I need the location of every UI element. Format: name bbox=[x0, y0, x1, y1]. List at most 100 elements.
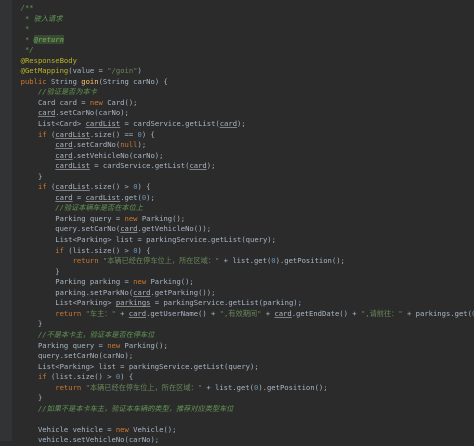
code-token-plain: Vehicle vehicle = bbox=[12, 424, 116, 434]
code-token-plain: ); bbox=[146, 192, 155, 202]
code-line[interactable]: //不是本卡主，验证本是否在停车位 bbox=[12, 330, 474, 341]
code-line[interactable]: card.setVehicleNo(carNo); bbox=[12, 151, 474, 162]
code-token-comment: * 驶入请求 bbox=[12, 13, 63, 23]
code-line[interactable]: List<Card> cardList = cardService.getLis… bbox=[12, 119, 474, 130]
code-line[interactable]: * 驶入请求 bbox=[12, 14, 474, 25]
code-token-plain: .setCardNo( bbox=[72, 140, 121, 150]
code-token-plain: .getUserName() + bbox=[146, 308, 220, 318]
code-line[interactable]: parking.setParkNo(card.getParking()); bbox=[12, 288, 474, 299]
code-line[interactable]: card.setCardNo(null); bbox=[12, 140, 474, 151]
code-editor[interactable]: /** * 驶入请求 * * @return */ @ResponseBody … bbox=[0, 0, 474, 444]
code-token-keyword: new bbox=[115, 424, 134, 434]
code-line[interactable]: //验证是否为本卡 bbox=[12, 87, 474, 98]
code-line[interactable]: List<Parking> list = parkingService.getL… bbox=[12, 362, 474, 373]
code-token-comment: //如果不是本卡车主，验证本车辆的类型，推荐对应类型车位 bbox=[12, 403, 234, 413]
code-token-plain: (list.size() > bbox=[68, 245, 134, 255]
code-line[interactable]: //如果不是本卡车主，验证本车辆的类型，推荐对应类型车位 bbox=[12, 404, 474, 415]
code-token-comment: /** bbox=[12, 3, 34, 12]
code-line[interactable]: return "车主：" + card.getUserName() + ",有效… bbox=[12, 309, 474, 320]
code-line[interactable]: Vehicle vehicle = new Vehicle(); bbox=[12, 425, 474, 436]
code-line[interactable]: if (list.size() > 0) { bbox=[12, 246, 474, 257]
code-line[interactable]: @ResponseBody bbox=[12, 56, 474, 67]
code-token-plain: (value = bbox=[68, 66, 108, 76]
code-token-plain: ) { bbox=[137, 182, 151, 192]
code-line[interactable]: Parking parking = new Parking(); bbox=[12, 277, 474, 288]
code-token-plain: Card(); bbox=[107, 97, 138, 107]
code-line[interactable]: Card card = new Card(); bbox=[12, 98, 474, 109]
code-token-plain: } bbox=[12, 393, 43, 403]
code-line[interactable]: card.setCarNo(carNo); bbox=[12, 108, 474, 119]
code-line[interactable]: Parking query = new Parking(); bbox=[12, 214, 474, 225]
code-line[interactable]: card = cardList.get(0); bbox=[12, 193, 474, 204]
code-token-underline: parkings bbox=[115, 298, 151, 308]
code-token-plain: .get( bbox=[120, 192, 142, 202]
code-line[interactable]: @GetMapping(value = "/goin") bbox=[12, 66, 474, 77]
code-line[interactable]: } bbox=[12, 172, 474, 183]
code-token-plain: vehicle.setVehicleNo(carNo); bbox=[12, 435, 160, 445]
code-token-keyword: return bbox=[72, 256, 103, 266]
code-token-keyword: new bbox=[89, 97, 108, 107]
code-token-plain: List<Card> bbox=[12, 119, 86, 129]
code-line[interactable]: cardList = cardService.getList(card); bbox=[12, 161, 474, 172]
code-token-plain: } bbox=[12, 319, 43, 329]
code-line[interactable]: //验证本辆车是否在本位上 bbox=[12, 203, 474, 214]
code-token-underline: card bbox=[128, 308, 147, 318]
code-token-plain: Parking(); bbox=[150, 277, 194, 287]
code-token-plain: Parking parking = bbox=[12, 277, 134, 287]
code-token-plain: ).getPosition(); bbox=[258, 382, 328, 392]
code-token-plain: (list.size() > bbox=[50, 372, 116, 382]
code-token-plain: } bbox=[12, 266, 60, 276]
code-token-keyword: if bbox=[37, 129, 51, 139]
code-line[interactable]: query.setCarNo(carNo); bbox=[12, 351, 474, 362]
code-line[interactable]: * bbox=[12, 24, 474, 35]
code-line[interactable]: if (cardList.size() > 0) { bbox=[12, 182, 474, 193]
code-token-plain: = cardService.getList( bbox=[120, 119, 220, 129]
code-line[interactable]: Parking query = new Parking(); bbox=[12, 341, 474, 352]
code-token-underline: card bbox=[120, 224, 138, 234]
code-token-string: ",有效期间" bbox=[219, 308, 262, 318]
code-token-string: ",请前往：" bbox=[360, 308, 403, 318]
code-line[interactable]: List<Parking> list = parkingService.getL… bbox=[12, 235, 474, 246]
code-token-method: goin bbox=[81, 76, 99, 86]
code-line[interactable]: return "本辆已经在停车位上，所在区域：" + list.get(0).g… bbox=[12, 383, 474, 394]
code-token-plain: + bbox=[261, 308, 275, 318]
code-token-keyword: new bbox=[124, 213, 142, 223]
code-token-plain: (String carNo) { bbox=[98, 76, 168, 86]
code-line[interactable]: public String goin(String carNo) { bbox=[12, 77, 474, 88]
code-line[interactable]: if (cardList.size() == 0) { bbox=[12, 130, 474, 141]
code-token-underline: card bbox=[189, 161, 207, 171]
code-token-underline: card bbox=[219, 119, 238, 129]
code-token-comment: //不是本卡主，验证本是否在停车位 bbox=[12, 329, 155, 339]
code-token-plain: Parking query = bbox=[12, 340, 108, 350]
code-token-plain: query.setCarNo(carNo); bbox=[12, 351, 134, 361]
code-line[interactable]: /** bbox=[12, 3, 474, 14]
code-token-plain: .size() > bbox=[89, 182, 134, 192]
code-token-underline: card bbox=[274, 308, 292, 318]
code-token-comment: */ bbox=[12, 45, 34, 55]
editor-gutter[interactable] bbox=[0, 0, 12, 441]
code-token-plain: + parkings.get( bbox=[402, 308, 472, 318]
code-token-plain: Parking(); bbox=[141, 213, 186, 223]
code-token-plain: = bbox=[72, 192, 86, 202]
code-token-plain: + list.get( bbox=[219, 256, 272, 266]
code-line[interactable]: * @return bbox=[12, 34, 474, 46]
code-token-plain: Parking query = bbox=[12, 213, 125, 223]
code-line[interactable]: } bbox=[12, 267, 474, 278]
code-line[interactable]: if (list.size() > 0) { bbox=[12, 372, 474, 383]
code-line[interactable]: return "本辆已经在停车位上，所在区域：" + list.get(0).g… bbox=[12, 256, 474, 267]
code-line[interactable]: */ bbox=[12, 45, 474, 56]
code-line[interactable] bbox=[12, 414, 474, 425]
code-token-plain: .setCarNo(carNo); bbox=[55, 108, 129, 118]
code-token-string: "/goin" bbox=[107, 66, 138, 76]
code-line[interactable]: } bbox=[12, 319, 474, 330]
code-token-keyword: new bbox=[107, 340, 125, 350]
code-line[interactable]: List<Parking> parkings = parkingService.… bbox=[12, 298, 474, 309]
code-area[interactable]: /** * 驶入请求 * * @return */ @ResponseBody … bbox=[12, 3, 474, 446]
code-token-underline: card bbox=[37, 108, 56, 118]
code-line[interactable]: query.setCarNo(card.getVehicleNo()); bbox=[12, 224, 474, 235]
code-line[interactable]: } bbox=[12, 393, 474, 404]
